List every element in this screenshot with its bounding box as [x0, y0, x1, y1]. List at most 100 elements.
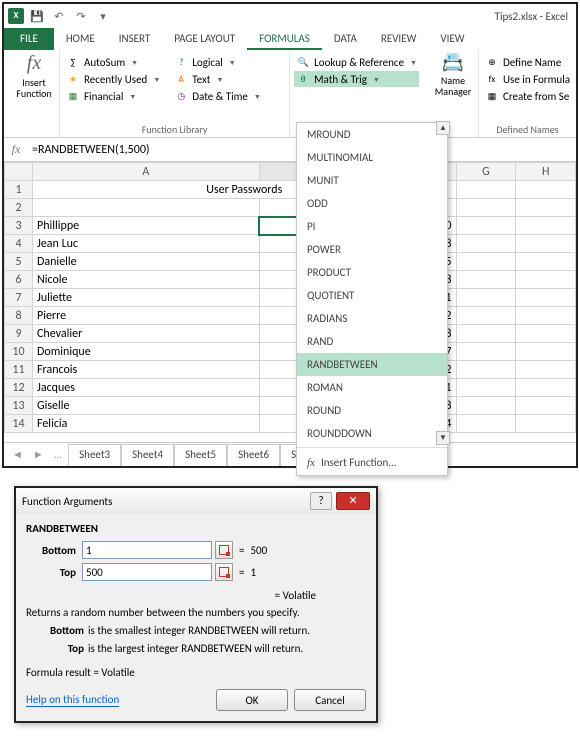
excel-window: X 💾 ↶ ↷ ▾ Tips2.xlsx - Excel FILE HOME I…	[2, 2, 578, 468]
row-header-14[interactable]: 14	[5, 415, 33, 433]
tab-insert[interactable]: INSERT	[107, 28, 163, 50]
row-header-11[interactable]: 11	[5, 361, 33, 379]
help-link[interactable]: Help on this function	[26, 693, 119, 707]
text-button[interactable]: AText▼	[172, 71, 263, 87]
tab-data[interactable]: DATA	[322, 28, 369, 50]
undo-icon[interactable]: ↶	[50, 7, 68, 25]
fn-item-rand[interactable]: RAND	[297, 330, 447, 353]
fn-item-quotient[interactable]: QUOTIENT	[297, 284, 447, 307]
tab-formulas[interactable]: FORMULAS	[247, 28, 322, 50]
sheet-tab-bar: ◄ ► ... Sheet3Sheet4Sheet5Sheet6Sheet7Sh…	[4, 442, 576, 466]
cell-A14[interactable]: Felicia	[33, 415, 260, 433]
col-header-A[interactable]: A	[33, 163, 260, 181]
math-trig-button[interactable]: θMath & Trig▼	[294, 71, 419, 87]
row-header-8[interactable]: 8	[5, 307, 33, 325]
create-from-selection-button[interactable]: ▦Create from Se	[483, 88, 572, 104]
cell-A13[interactable]: Giselle	[33, 397, 260, 415]
ok-button[interactable]: OK	[216, 689, 288, 711]
fn-item-product[interactable]: PRODUCT	[297, 261, 447, 284]
chevron-down-icon: ▼	[131, 58, 138, 67]
insert-function-label: Insert Function	[8, 77, 60, 99]
cell-A6[interactable]: Nicole	[33, 271, 260, 289]
scroll-down-icon[interactable]: ▼	[436, 431, 450, 445]
selection-icon: ▦	[485, 89, 499, 103]
cell-A5[interactable]: Danielle	[33, 253, 260, 271]
qat-dropdown-icon[interactable]: ▾	[94, 7, 112, 25]
use-in-formula-button[interactable]: fxUse in Formula	[483, 71, 572, 87]
spreadsheet-grid[interactable]: ABCGH1User Passwords23Phillippe4604604Je…	[4, 162, 576, 442]
cell-A4[interactable]: Jean Luc	[33, 235, 260, 253]
fn-item-rounddown[interactable]: ROUNDDOWN	[297, 422, 447, 445]
row-header-1[interactable]: 1	[5, 181, 33, 199]
fn-item-pi[interactable]: PI	[297, 215, 447, 238]
collapse-dialog-button[interactable]	[215, 541, 233, 559]
tab-view[interactable]: VIEW	[428, 28, 476, 50]
row-header-12[interactable]: 12	[5, 379, 33, 397]
select-all[interactable]	[5, 163, 33, 181]
fn-item-roman[interactable]: ROMAN	[297, 376, 447, 399]
row-header-4[interactable]: 4	[5, 235, 33, 253]
row-header-7[interactable]: 7	[5, 289, 33, 307]
define-name-button[interactable]: ⊕Define Name	[483, 54, 572, 70]
row-header-9[interactable]: 9	[5, 325, 33, 343]
cell-A3[interactable]: Phillippe	[33, 217, 260, 235]
dialog-help-button[interactable]: ?	[310, 492, 332, 510]
row-header-5[interactable]: 5	[5, 253, 33, 271]
sheet-nav-next-icon[interactable]: ►	[29, 448, 48, 461]
redo-icon[interactable]: ↷	[72, 7, 90, 25]
row-header-2[interactable]: 2	[5, 199, 33, 217]
logical-button[interactable]: ?Logical▼	[172, 54, 263, 70]
fn-item-multinomial[interactable]: MULTINOMIAL	[297, 146, 447, 169]
fn-item-mround[interactable]: MROUND	[297, 123, 447, 146]
fn-item-round[interactable]: ROUND	[297, 399, 447, 422]
window-title: Tips2.xlsx - Excel	[495, 10, 568, 23]
cell-A8[interactable]: Pierre	[33, 307, 260, 325]
fn-item-power[interactable]: POWER	[297, 238, 447, 261]
save-icon[interactable]: 💾	[28, 7, 46, 25]
equals-label: =	[239, 566, 244, 579]
cell-A7[interactable]: Juliette	[33, 289, 260, 307]
tab-page-layout[interactable]: PAGE LAYOUT	[162, 28, 247, 50]
col-header-G[interactable]: G	[456, 163, 516, 181]
name-manager-button[interactable]: 📇 Name Manager	[427, 52, 479, 97]
datetime-button[interactable]: ◷Date & Time▼	[172, 88, 263, 104]
fn-item-radians[interactable]: RADIANS	[297, 307, 447, 330]
arg-bottom-input[interactable]	[82, 541, 212, 559]
cell-A11[interactable]: Francois	[33, 361, 260, 379]
sheet-tab-sheet6[interactable]: Sheet6	[227, 444, 280, 466]
col-header-H[interactable]: H	[516, 163, 576, 181]
sheet-overflow[interactable]: ...	[50, 448, 66, 461]
cell-A12[interactable]: Jacques	[33, 379, 260, 397]
tab-file[interactable]: FILE	[4, 28, 54, 50]
fx-icon[interactable]: fx	[4, 142, 28, 157]
lookup-button[interactable]: 🔍Lookup & Reference▼	[294, 54, 419, 70]
dialog-close-button[interactable]: ✕	[336, 492, 370, 510]
arg-top-input[interactable]	[82, 563, 212, 581]
cancel-button[interactable]: Cancel	[294, 689, 366, 711]
sheet-tab-sheet4[interactable]: Sheet4	[121, 444, 174, 466]
row-header-10[interactable]: 10	[5, 343, 33, 361]
tab-review[interactable]: REVIEW	[369, 28, 429, 50]
autosum-button[interactable]: ∑AutoSum▼	[64, 54, 162, 70]
row-header-6[interactable]: 6	[5, 271, 33, 289]
recently-used-button[interactable]: ★Recently Used▼	[64, 71, 162, 87]
cell-A10[interactable]: Dominique	[33, 343, 260, 361]
sheet-tab-sheet3[interactable]: Sheet3	[68, 444, 121, 466]
insert-function-link[interactable]: fxInsert Function...	[297, 450, 447, 475]
sheet-nav-prev-icon[interactable]: ◄	[8, 448, 27, 461]
insert-function-button[interactable]: fx Insert Function	[8, 52, 60, 99]
fn-item-randbetween[interactable]: RANDBETWEEN	[297, 353, 447, 376]
dialog-titlebar[interactable]: Function Arguments ? ✕	[16, 488, 376, 514]
name-manager-label: Name Manager	[427, 75, 479, 97]
fn-item-odd[interactable]: ODD	[297, 192, 447, 215]
fn-item-munit[interactable]: MUNIT	[297, 169, 447, 192]
sheet-tab-sheet5[interactable]: Sheet5	[174, 444, 227, 466]
quick-access-toolbar: X 💾 ↶ ↷ ▾ Tips2.xlsx - Excel	[4, 4, 576, 28]
tab-home[interactable]: HOME	[54, 28, 107, 50]
cell-A9[interactable]: Chevalier	[33, 325, 260, 343]
financial-button[interactable]: ▦Financial▼	[64, 88, 162, 104]
row-header-13[interactable]: 13	[5, 397, 33, 415]
collapse-dialog-button[interactable]	[215, 563, 233, 581]
scroll-up-icon[interactable]: ▲	[436, 121, 450, 135]
row-header-3[interactable]: 3	[5, 217, 33, 235]
